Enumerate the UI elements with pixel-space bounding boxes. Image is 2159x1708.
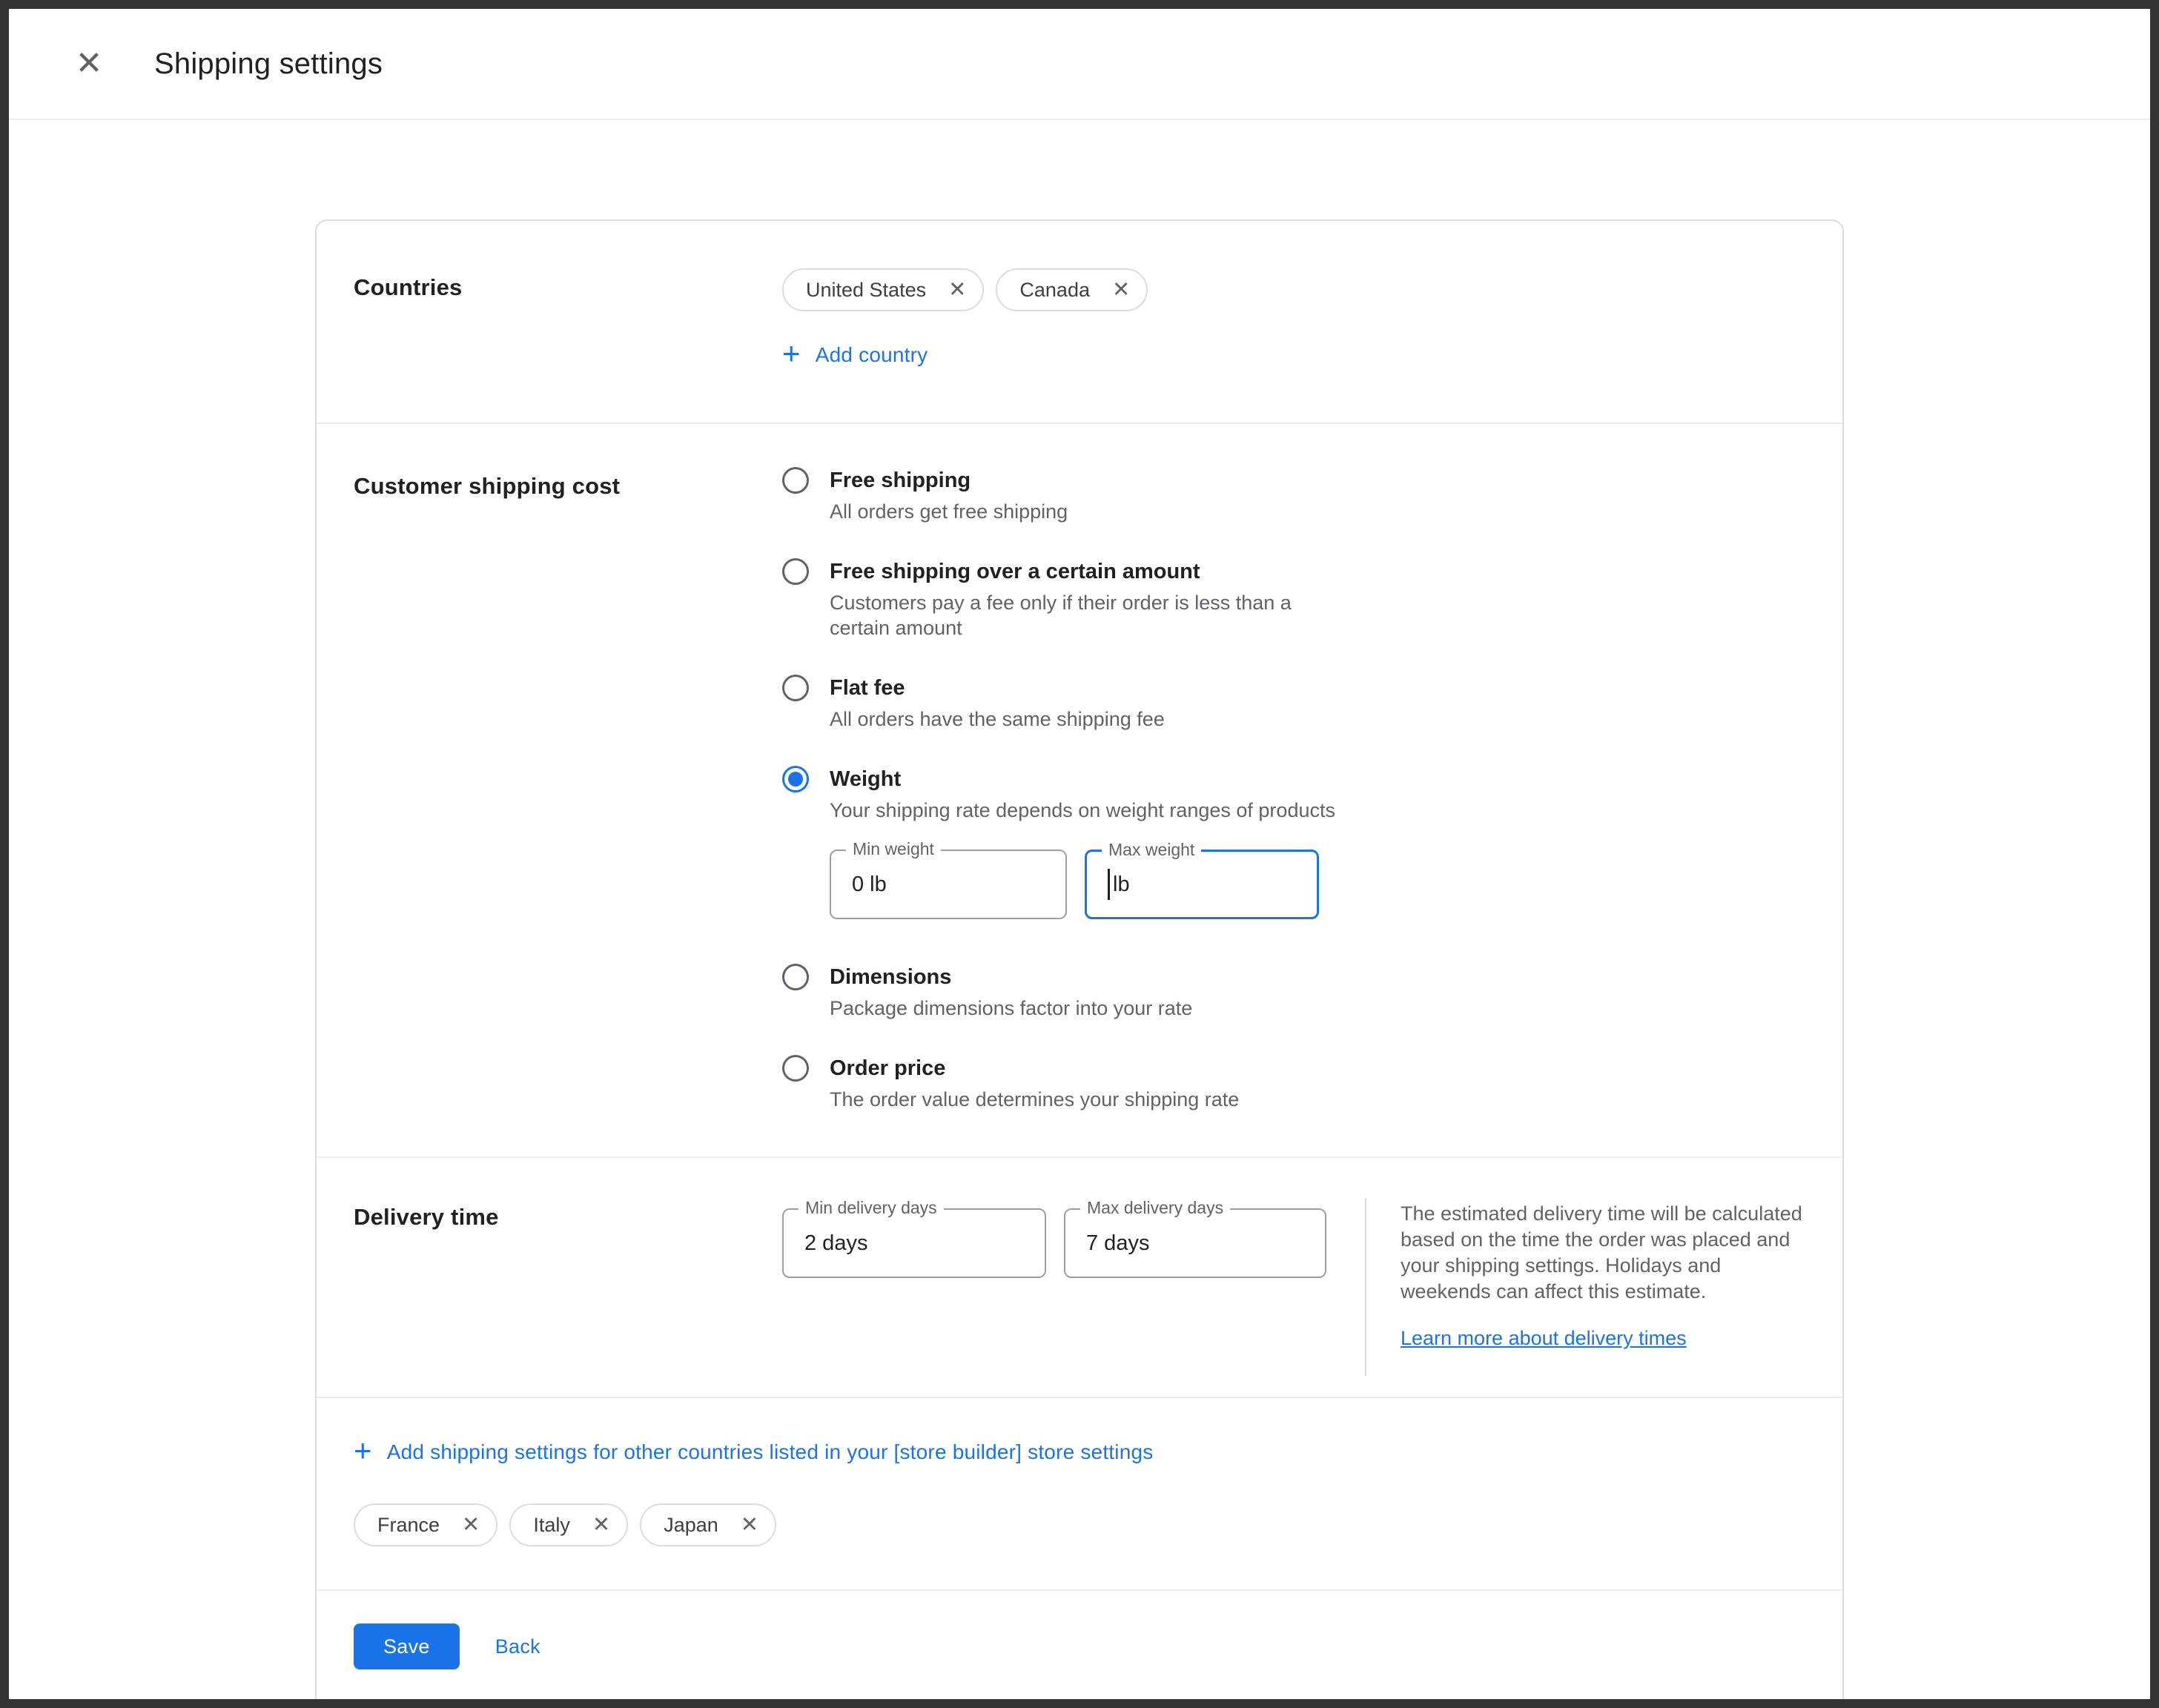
settings-card: Countries United States ✕ Canada ✕ + Add… [315,219,1844,1708]
delivery-times-link[interactable]: Learn more about delivery times [1401,1327,1687,1350]
weight-fields-row: Min weight 0 lb Max weight lb [830,850,1335,919]
add-other-countries-button[interactable]: + Add shipping settings for other countr… [354,1437,1153,1468]
max-delivery-days-field[interactable]: Max delivery days 7 days [1064,1208,1326,1278]
option-text: Free shipping All orders get free shippi… [830,467,1068,524]
radio-option-weight[interactable]: Weight Your shipping rate depends on wei… [782,766,1349,930]
remove-chip-icon[interactable]: ✕ [588,1510,615,1540]
radio-option-dimensions[interactable]: Dimensions Package dimensions factor int… [782,964,1349,1021]
max-weight-label: Max weight [1102,840,1201,860]
min-delivery-days-label: Min delivery days [799,1198,944,1218]
country-chip-france: France ✕ [354,1503,497,1546]
radio-icon[interactable] [782,766,809,792]
country-chip-row: United States ✕ Canada ✕ [782,268,1148,311]
countries-label: Countries [354,268,782,371]
remove-chip-icon[interactable]: ✕ [944,275,971,305]
chip-label: France [377,1514,440,1537]
max-weight-field[interactable]: Max weight lb [1085,850,1319,919]
delivery-time-label: Delivery time [354,1198,782,1376]
remove-chip-icon[interactable]: ✕ [457,1510,484,1540]
delivery-time-note: The estimated delivery time will be calc… [1401,1198,1807,1350]
page-title: Shipping settings [154,47,383,81]
option-text: Order price The order value determines y… [830,1055,1239,1112]
option-title: Dimensions [830,964,1192,990]
min-weight-value: 0 lb [852,873,887,897]
shipping-cost-label: Customer shipping cost [354,467,782,1116]
shipping-cost-section: Customer shipping cost Free shipping All… [317,423,1842,1156]
option-text: Weight Your shipping rate depends on wei… [830,766,1335,930]
chip-label: Canada [1019,279,1090,302]
countries-section: Countries United States ✕ Canada ✕ + Add… [317,221,1842,423]
add-country-button[interactable]: + Add country [782,340,928,371]
chip-label: Japan [664,1514,718,1537]
option-description: The order value determines your shipping… [830,1087,1239,1112]
shipping-cost-options: Free shipping All orders get free shippi… [782,467,1349,1116]
option-text: Free shipping over a certain amount Cust… [830,558,1349,640]
country-chip-canada: Canada ✕ [996,268,1148,311]
country-chip-italy: Italy ✕ [509,1503,628,1546]
option-title: Weight [830,766,1335,792]
add-country-label: Add country [816,343,928,367]
chip-label: Italy [533,1514,570,1537]
radio-icon[interactable] [782,675,809,701]
save-button[interactable]: Save [354,1623,460,1669]
other-country-chip-row: France ✕ Italy ✕ Japan ✕ [354,1503,1805,1546]
dialog-header: ✕ Shipping settings [9,9,2150,120]
min-weight-field[interactable]: Min weight 0 lb [830,850,1067,919]
option-description: All orders get free shipping [830,499,1068,524]
max-weight-value: lb [1113,873,1130,897]
option-title: Order price [830,1055,1239,1082]
option-text: Flat fee All orders have the same shippi… [830,675,1165,732]
delivery-time-section: Delivery time Min delivery days 2 days M… [317,1156,1842,1397]
option-description: Customers pay a fee only if their order … [830,590,1349,640]
min-weight-label: Min weight [846,839,941,859]
option-title: Free shipping [830,467,1068,494]
back-button[interactable]: Back [495,1635,540,1658]
country-chip-japan: Japan ✕ [640,1503,776,1546]
max-delivery-days-label: Max delivery days [1080,1198,1230,1218]
min-delivery-days-value: 2 days [804,1231,867,1256]
chip-label: United States [806,279,926,302]
option-title: Free shipping over a certain amount [830,558,1349,585]
close-icon[interactable]: ✕ [67,42,111,86]
plus-icon: + [782,338,801,369]
remove-chip-icon[interactable]: ✕ [1108,275,1134,305]
delivery-time-note-text: The estimated delivery time will be calc… [1401,1201,1807,1305]
option-title: Flat fee [830,675,1165,701]
option-description: All orders have the same shipping fee [830,706,1165,732]
radio-option-order-price[interactable]: Order price The order value determines y… [782,1055,1349,1112]
radio-option-free-shipping[interactable]: Free shipping All orders get free shippi… [782,467,1349,524]
plus-icon: + [354,1435,372,1466]
max-delivery-days-value: 7 days [1086,1231,1149,1256]
countries-content: United States ✕ Canada ✕ + Add country [782,268,1148,371]
text-caret [1108,869,1110,900]
delivery-fields-row: Min delivery days 2 days Max delivery da… [782,1208,1326,1278]
min-delivery-days-field[interactable]: Min delivery days 2 days [782,1208,1046,1278]
add-other-countries-label: Add shipping settings for other countrie… [387,1440,1154,1464]
country-chip-united-states: United States ✕ [782,268,984,311]
radio-icon[interactable] [782,467,809,494]
radio-icon[interactable] [782,558,809,585]
radio-icon[interactable] [782,1055,809,1082]
other-countries-section: + Add shipping settings for other countr… [317,1397,1842,1589]
option-description: Package dimensions factor into your rate [830,996,1192,1021]
footer-actions: Save Back [317,1589,1842,1708]
shipping-settings-dialog: ✕ Shipping settings Countries United Sta… [0,0,2159,1708]
option-text: Dimensions Package dimensions factor int… [830,964,1192,1021]
radio-option-flat-fee[interactable]: Flat fee All orders have the same shippi… [782,675,1349,732]
radio-icon[interactable] [782,964,809,990]
delivery-time-content: Min delivery days 2 days Max delivery da… [782,1198,1807,1376]
remove-chip-icon[interactable]: ✕ [736,1510,763,1540]
vertical-divider [1365,1198,1366,1376]
radio-option-free-over-amount[interactable]: Free shipping over a certain amount Cust… [782,558,1349,640]
option-description: Your shipping rate depends on weight ran… [830,798,1335,823]
